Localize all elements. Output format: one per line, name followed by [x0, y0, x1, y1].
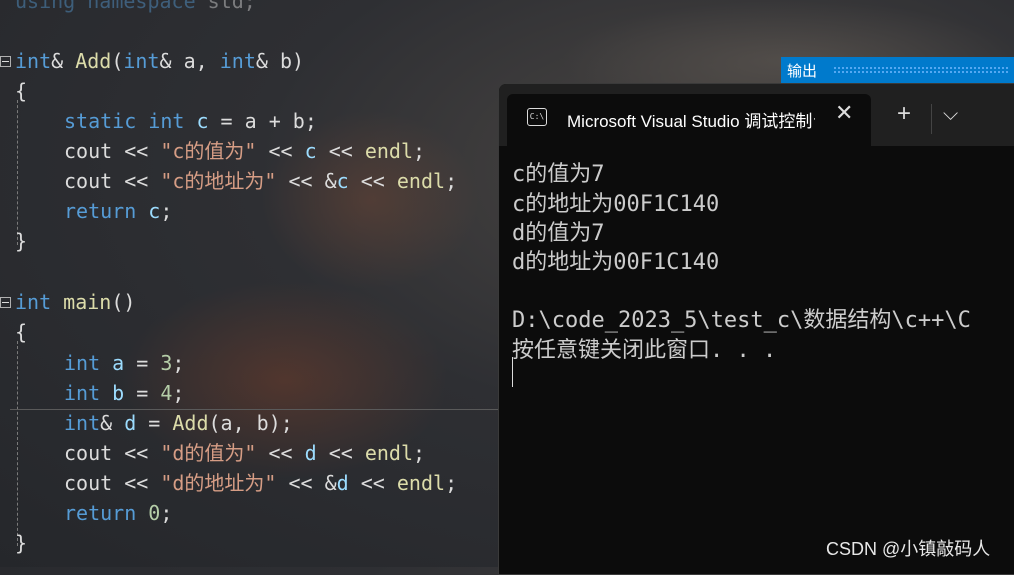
text-cursor [512, 357, 513, 387]
terminal-tab[interactable]: C:\ Microsoft Visual Studio 调试控制台 ✕ [507, 94, 871, 146]
code-line: cout << "d的地址为" << &d << endl; [64, 471, 458, 495]
indent-guide [17, 341, 18, 546]
code-line: } [15, 531, 28, 555]
code-line: cout << "d的值为" << d << endl; [64, 441, 426, 465]
code-line: int& d = Add(a, b); [64, 411, 293, 435]
terminal-output-line: D:\code_2023_5\test_c\数据结构\c++\C [512, 308, 971, 333]
debug-console-window[interactable]: C:\ Microsoft Visual Studio 调试控制台 ✕ + ⌵ … [498, 83, 1014, 575]
code-line: return 0; [64, 501, 173, 525]
code-line: int b = 4; [64, 381, 185, 405]
code-line: } [15, 229, 28, 253]
collapse-toggle-icon[interactable] [0, 56, 11, 67]
new-tab-button[interactable]: + [897, 102, 911, 126]
code-line: using namespace std; [15, 0, 256, 13]
code-line: cout << "c的地址为" << &c << endl; [64, 169, 458, 193]
collapse-toggle-icon[interactable] [0, 297, 11, 308]
code-editor[interactable]: using namespace std; int& Add(int& a, in… [0, 0, 498, 567]
code-line: int& Add(int& a, int& b) [15, 49, 305, 73]
terminal-output-line: d的地址为00F1C140 [512, 250, 720, 275]
watermark: CSDN @小镇敲码人 [826, 539, 991, 559]
terminal-output-line: 按任意键关闭此窗口. . . [512, 338, 777, 363]
code-line: int main() [15, 290, 136, 314]
chevron-down-icon[interactable]: ⌵ [943, 104, 958, 124]
code-line: return c; [64, 199, 173, 223]
code-line: cout << "c的值为" << c << endl; [64, 139, 426, 163]
close-icon[interactable]: ✕ [835, 102, 853, 124]
drag-grip[interactable] [833, 66, 1008, 74]
tab-title: Microsoft Visual Studio 调试控制台 [567, 112, 815, 131]
terminal-output-line: c的地址为00F1C140 [512, 192, 720, 217]
code-line: static int c = a + b; [64, 109, 317, 133]
divider [931, 104, 932, 134]
indent-guide [17, 100, 18, 245]
terminal-output-line: d的值为7 [512, 221, 605, 246]
code-line: int a = 3; [64, 351, 185, 375]
terminal-icon: C:\ [527, 108, 547, 126]
terminal-titlebar[interactable]: C:\ Microsoft Visual Studio 调试控制台 ✕ + ⌵ [499, 84, 1014, 146]
terminal-output-line: c的值为7 [512, 162, 605, 187]
output-panel-header[interactable]: 输出 [781, 57, 1014, 83]
output-panel-title: 输出 [787, 63, 818, 80]
